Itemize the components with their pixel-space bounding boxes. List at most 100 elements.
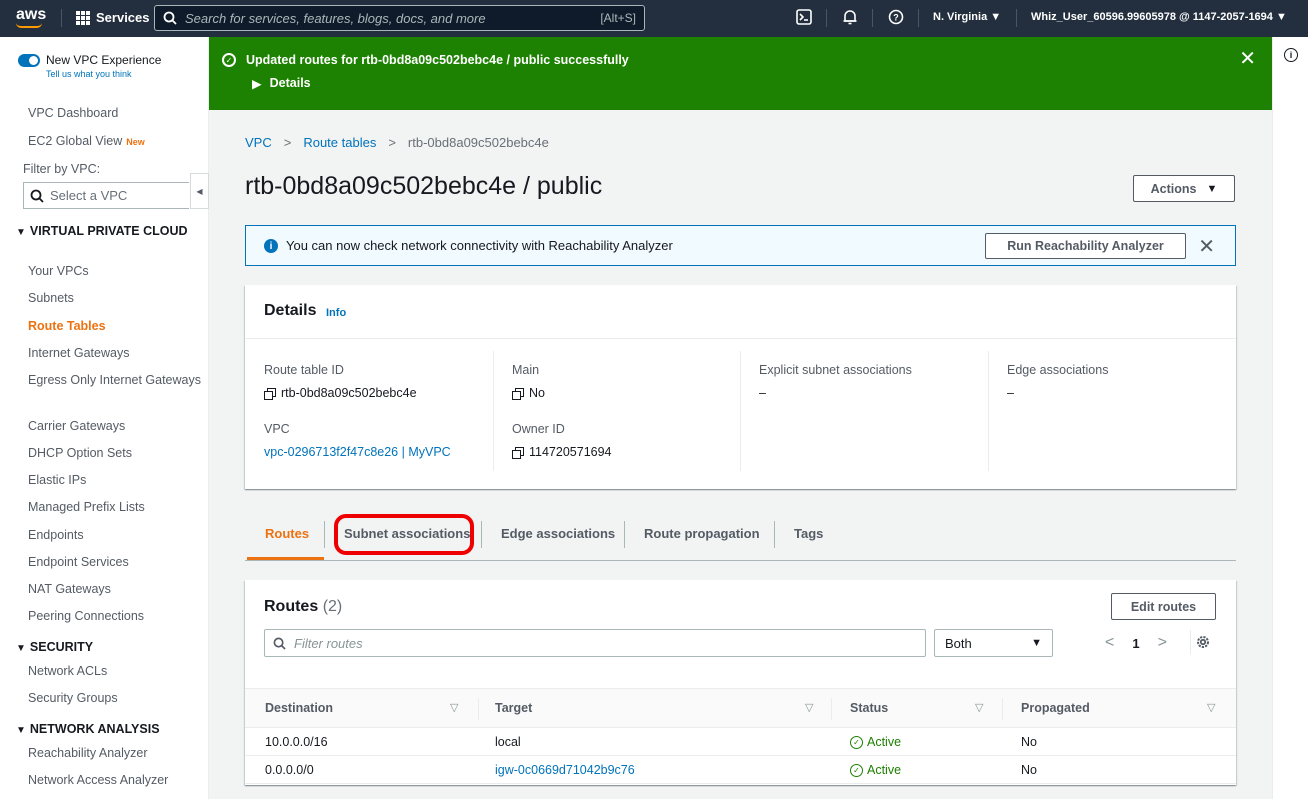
- section-security[interactable]: ▼ SECURITY: [16, 639, 201, 657]
- sidebar-item-endpoint-services[interactable]: Endpoint Services: [28, 553, 203, 571]
- owner-id-value: 114720571694: [512, 445, 612, 459]
- cell-target-link[interactable]: igw-0c0669d71042b9c76: [495, 763, 635, 777]
- top-navigation: aws Services Search for services, featur…: [0, 0, 1308, 37]
- info-icon[interactable]: i: [1284, 48, 1298, 62]
- search-input[interactable]: Search for services, features, blogs, do…: [154, 5, 645, 31]
- banner-text: You can now check network connectivity w…: [286, 238, 673, 253]
- vpc-link[interactable]: vpc-0296713f2f47c8e26 | MyVPC: [264, 445, 451, 459]
- sidebar-item-peering-connections[interactable]: Peering Connections: [28, 607, 203, 625]
- select-value: Both: [945, 635, 972, 651]
- help-icon[interactable]: ?: [888, 9, 904, 28]
- sidebar-item-internet-gateways[interactable]: Internet Gateways: [28, 344, 203, 362]
- vpc-label: VPC: [264, 422, 290, 436]
- bell-icon[interactable]: [842, 9, 858, 28]
- tab-edge-associations[interactable]: Edge associations: [501, 526, 615, 541]
- copy-icon[interactable]: [264, 387, 276, 400]
- main-text: No: [529, 386, 545, 400]
- button-label: Run Reachability Analyzer: [1007, 239, 1164, 253]
- page-number[interactable]: 1: [1132, 636, 1139, 651]
- toggle-switch[interactable]: [18, 54, 40, 67]
- search-placeholder: Search for services, features, blogs, do…: [185, 10, 486, 26]
- cell-status: ✓ Active: [850, 763, 901, 777]
- info-link[interactable]: Info: [326, 307, 346, 319]
- region-selector[interactable]: N. Virginia ▼: [933, 11, 1001, 23]
- toggle-label: New VPC Experience: [46, 53, 162, 67]
- collapse-sidebar-button[interactable]: ◀: [190, 173, 209, 209]
- sidebar-item-ec2-global-view[interactable]: EC2 Global View New: [28, 132, 203, 151]
- copy-icon[interactable]: [512, 387, 524, 400]
- section-label: NETWORK ANALYSIS: [29, 722, 160, 736]
- sidebar-item-reachability-analyzer[interactable]: Reachability Analyzer: [28, 744, 203, 762]
- breadcrumb-vpc[interactable]: VPC: [245, 135, 272, 150]
- sidebar-item-nat-gateways[interactable]: NAT Gateways: [28, 580, 203, 598]
- sidebar-item-security-groups[interactable]: Security Groups: [28, 689, 203, 707]
- sidebar-item-your-vpcs[interactable]: Your VPCs: [28, 262, 203, 280]
- section-label: VIRTUAL PRIVATE CLOUD: [29, 224, 188, 238]
- sort-icon[interactable]: ▽: [1207, 701, 1215, 714]
- feedback-link[interactable]: Tell us what you think: [46, 69, 161, 79]
- sidebar-item-elastic-ips[interactable]: Elastic IPs: [28, 471, 203, 489]
- close-icon[interactable]: ✕: [1239, 49, 1256, 69]
- account-menu[interactable]: Whiz_User_60596.99605978 @ 1147-2057-169…: [1031, 11, 1287, 23]
- owner-id-text: 114720571694: [529, 445, 612, 459]
- sidebar-item-subnets[interactable]: Subnets: [28, 289, 203, 307]
- caret-down-icon: ▼: [16, 643, 26, 654]
- filter-routes-input[interactable]: Filter routes: [264, 629, 926, 657]
- vpc-filter-select[interactable]: Select a VPC: [23, 182, 189, 209]
- column-divider: [478, 698, 479, 720]
- sidebar-item-endpoints[interactable]: Endpoints: [28, 526, 203, 544]
- sidebar-item-dhcp-option-sets[interactable]: DHCP Option Sets: [28, 444, 203, 462]
- section-network-analysis[interactable]: ▼ NETWORK ANALYSIS: [16, 721, 201, 739]
- aws-logo[interactable]: aws: [16, 6, 46, 28]
- gear-icon[interactable]: [1190, 630, 1214, 654]
- sidebar-item-network-access-analyzer[interactable]: Network Access Analyzer: [28, 771, 203, 789]
- tab-divider: [774, 521, 775, 548]
- sort-icon[interactable]: ▽: [975, 701, 983, 714]
- filter-by-vpc-label: Filter by VPC:: [23, 162, 101, 176]
- sidebar-item-managed-prefix-lists[interactable]: Managed Prefix Lists: [28, 498, 203, 516]
- actions-label: Actions: [1150, 181, 1197, 196]
- services-menu[interactable]: Services: [76, 10, 150, 25]
- table-row[interactable]: 0.0.0.0/0 igw-0c0669d71042b9c76 ✓ Active …: [245, 756, 1236, 784]
- search-icon: [163, 11, 177, 25]
- chevron-right-icon[interactable]: >: [1158, 634, 1167, 652]
- chevron-left-icon[interactable]: <: [1105, 634, 1114, 652]
- caret-right-icon: ▶: [252, 77, 262, 91]
- tab-divider: [481, 521, 482, 548]
- tab-routes[interactable]: Routes: [265, 526, 309, 541]
- new-vpc-experience-toggle[interactable]: New VPC Experience Tell us what you thin…: [18, 53, 161, 79]
- route-type-select[interactable]: Both ▼: [934, 629, 1053, 657]
- cloudshell-icon[interactable]: [796, 9, 812, 28]
- sidebar-item-carrier-gateways[interactable]: Carrier Gateways: [28, 417, 203, 435]
- tab-route-propagation[interactable]: Route propagation: [644, 526, 760, 541]
- tab-tags[interactable]: Tags: [794, 526, 823, 541]
- copy-icon[interactable]: [512, 446, 524, 459]
- sidebar-item-egress-only-internet-gateways[interactable]: Egress Only Internet Gateways: [28, 371, 203, 389]
- cell-status: ✓ Active: [850, 735, 901, 749]
- table-row[interactable]: 10.0.0.0/16 local ✓ Active No: [245, 728, 1236, 756]
- column-destination[interactable]: Destination: [265, 701, 333, 715]
- run-reachability-analyzer-button[interactable]: Run Reachability Analyzer: [985, 233, 1186, 259]
- flash-details-toggle[interactable]: ▶ Details: [252, 76, 311, 91]
- column-status[interactable]: Status: [850, 701, 888, 715]
- sidebar-item-network-acls[interactable]: Network ACLs: [28, 662, 203, 680]
- check-circle-icon: ✓: [850, 735, 863, 749]
- details-column-4: Edge associations –: [988, 351, 1236, 471]
- caret-down-icon: ▼: [1031, 637, 1042, 649]
- sidebar-item-vpc-dashboard[interactable]: VPC Dashboard: [28, 104, 203, 122]
- breadcrumb-route-tables[interactable]: Route tables: [303, 135, 376, 150]
- filter-placeholder: Filter routes: [294, 635, 363, 651]
- section-virtual-private-cloud[interactable]: ▼ VIRTUAL PRIVATE CLOUD: [16, 223, 201, 241]
- close-icon[interactable]: ✕: [1198, 234, 1215, 259]
- column-target[interactable]: Target: [495, 701, 532, 715]
- sort-icon[interactable]: ▽: [450, 701, 458, 714]
- breadcrumb: VPC > Route tables > rtb-0bd8a09c502bebc…: [245, 135, 549, 150]
- nav-divider: [1016, 9, 1017, 27]
- sidebar-item-route-tables[interactable]: Route Tables: [28, 317, 203, 335]
- sort-icon[interactable]: ▽: [805, 701, 813, 714]
- flash-details-label: Details: [269, 76, 311, 90]
- edit-routes-button[interactable]: Edit routes: [1111, 593, 1216, 620]
- actions-button[interactable]: Actions ▼: [1133, 175, 1235, 202]
- owner-id-label: Owner ID: [512, 422, 565, 436]
- column-propagated[interactable]: Propagated: [1021, 701, 1090, 715]
